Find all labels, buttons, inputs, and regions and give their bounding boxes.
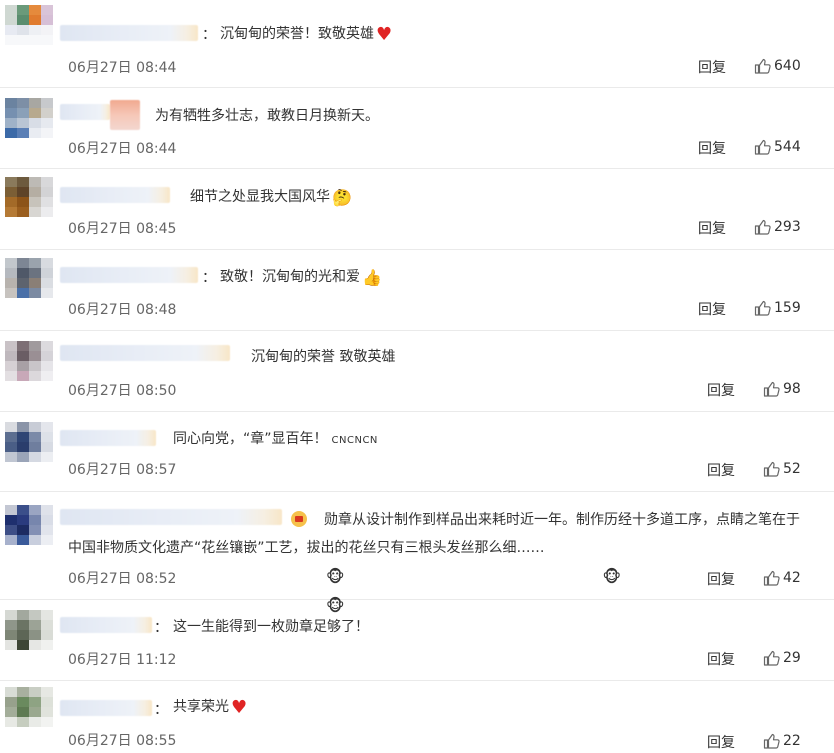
comment-time: 06月27日 08:57 [68, 462, 177, 478]
like-button[interactable]: 640 [754, 58, 801, 74]
comment-time: 06月27日 08:50 [68, 383, 177, 399]
thumbs-up-icon [763, 570, 780, 586]
comment-item: 为有牺牲多壮志，敢教日月换新天。 06月27日 08:44 回复 544 [0, 88, 834, 169]
reply-button[interactable]: 回复 [698, 138, 726, 158]
reply-button[interactable]: 回复 [698, 299, 726, 319]
thumbs-up-icon [763, 461, 780, 477]
like-button[interactable]: 98 [763, 381, 801, 397]
comment-time: 06月27日 08:44 [68, 141, 177, 157]
comment-time: 06月27日 11:12 [68, 652, 177, 668]
comment-item: ： 这一生能得到一枚勋章足够了！ 06月27日 11:12 回复 29 [0, 600, 834, 681]
username[interactable] [60, 700, 152, 716]
like-count: 544 [774, 139, 801, 155]
comment-item: ： 沉甸甸的荣誉！致敬英雄 ♥ 06月27日 08:44 回复 640 [0, 0, 834, 88]
comment-time: 06月27日 08:45 [68, 221, 177, 237]
comment-text: 同心向党，“章”显百年！ CNCNCN [173, 431, 378, 447]
like-button[interactable]: 52 [763, 461, 801, 477]
like-button[interactable]: 159 [754, 300, 801, 316]
avatar[interactable] [5, 341, 53, 381]
name-colon: ： [154, 702, 168, 718]
comment-text: 沉甸甸的荣誉 致敬英雄 [251, 349, 396, 365]
comment-item: ： 共享荣光 ♥ 06月27日 08:55 回复 22 [0, 681, 834, 753]
username[interactable] [60, 25, 198, 41]
avatar[interactable] [5, 422, 53, 462]
like-count: 98 [783, 381, 801, 397]
comment-time: 06月27日 08:52 [68, 571, 177, 587]
like-count: 29 [783, 650, 801, 666]
name-colon: ： [202, 270, 216, 286]
name-colon: ： [202, 27, 216, 43]
comment-tag: CNCNCN [331, 435, 378, 446]
comment-text: 共享荣光 ♥ [173, 697, 248, 718]
thumbs-up-icon [754, 219, 771, 235]
thinking-face-icon: 🤔 [332, 188, 352, 207]
heart-icon: ♥ [376, 24, 393, 45]
thumbs-up-icon [763, 381, 780, 397]
comment-item: 细节之处显我大国风华 🤔 06月27日 08:45 回复 293 [0, 169, 834, 250]
like-count: 42 [783, 570, 801, 586]
like-count: 293 [774, 219, 801, 235]
comment-text: 这一生能得到一枚勋章足够了！ [173, 619, 369, 635]
comment-item: ： 致敬！沉甸甸的光和爱 👍 06月27日 08:48 回复 159 [0, 250, 834, 331]
reply-button[interactable]: 回复 [707, 732, 735, 752]
comment-item: 沉甸甸的荣誉 致敬英雄 06月27日 08:50 回复 98 [0, 331, 834, 412]
comment-time: 06月27日 08:55 [68, 733, 177, 749]
comment-text: 沉甸甸的荣誉！致敬英雄 ♥ [220, 24, 393, 45]
like-button[interactable]: 22 [763, 733, 801, 749]
username[interactable] [60, 267, 198, 283]
avatar[interactable] [5, 98, 53, 138]
like-count: 52 [783, 461, 801, 477]
like-button[interactable]: 29 [763, 650, 801, 666]
reply-button[interactable]: 回复 [707, 380, 735, 400]
comment-item: 同心向党，“章”显百年！ CNCNCN 06月27日 08:57 回复 52 [0, 412, 834, 492]
reply-button[interactable]: 回复 [707, 649, 735, 669]
avatar[interactable] [5, 177, 53, 217]
reply-button[interactable]: 回复 [707, 460, 735, 480]
thumbs-up-icon [763, 650, 780, 666]
reply-button[interactable]: 回复 [698, 57, 726, 77]
comment-time: 06月27日 08:44 [68, 60, 177, 76]
comment-text: 致敬！沉甸甸的光和爱 👍 [220, 265, 382, 290]
comment-time: 06月27日 08:48 [68, 302, 177, 318]
like-button[interactable]: 42 [763, 570, 801, 586]
avatar[interactable] [5, 505, 53, 545]
thumbs-up-icon [754, 300, 771, 316]
username-avatar-badge [110, 100, 140, 130]
username[interactable] [60, 345, 230, 361]
avatar[interactable] [5, 687, 53, 727]
like-button[interactable]: 293 [754, 219, 801, 235]
avatar[interactable] [5, 610, 53, 650]
like-count: 640 [774, 58, 801, 74]
username[interactable] [60, 430, 156, 446]
reply-button[interactable]: 回复 [707, 569, 735, 589]
thumbs-up-icon [754, 139, 771, 155]
comment-item: 勋章从设计制作到样品出来耗时近一年。制作历经十多道工序，点睛之笔在于中国非物质文… [0, 492, 834, 615]
username[interactable] [60, 187, 170, 203]
like-count: 159 [774, 300, 801, 316]
like-button[interactable]: 544 [754, 139, 801, 155]
reply-button[interactable]: 回复 [698, 218, 726, 238]
comment-text: 细节之处显我大国风华 🤔 [190, 185, 352, 210]
avatar[interactable] [5, 5, 53, 45]
thumbs-up-icon [763, 733, 780, 749]
name-colon: ： [154, 620, 168, 636]
like-count: 22 [783, 733, 801, 749]
username[interactable] [60, 104, 110, 120]
thumbs-up-emoji-icon: 👍 [362, 268, 382, 287]
comment-text: 为有牺牲多壮志，敢教日月换新天。 [155, 108, 379, 124]
monkey-face-icon: 🐵 [602, 567, 622, 586]
username[interactable] [60, 617, 152, 633]
thumbs-up-icon [754, 58, 771, 74]
heart-icon: ♥ [231, 697, 248, 718]
avatar[interactable] [5, 258, 53, 298]
